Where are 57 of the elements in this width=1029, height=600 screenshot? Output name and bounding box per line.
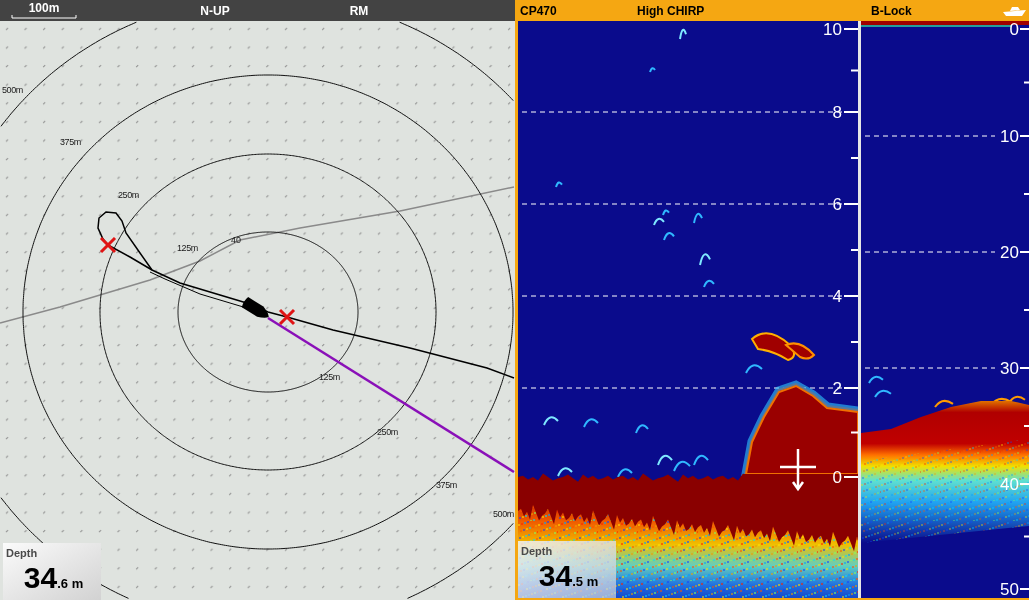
range-ring-label: 250m bbox=[118, 190, 139, 200]
fish-arch bbox=[699, 253, 711, 266]
depth-scale-label: 8 bbox=[832, 103, 842, 122]
depth-scale-label: 30 bbox=[1000, 359, 1019, 378]
fish-arch bbox=[663, 232, 675, 241]
fish-arch bbox=[868, 375, 884, 384]
fish-arch bbox=[555, 181, 563, 188]
fish-arch bbox=[679, 28, 687, 40]
waypoint-x-icon bbox=[278, 308, 296, 326]
depth-scale-label: 0 bbox=[832, 468, 842, 487]
depth-scale-label: 10 bbox=[823, 21, 842, 39]
range-ring-label: 250m bbox=[377, 427, 398, 437]
fish-arch bbox=[693, 212, 703, 224]
mode-label: B-Lock bbox=[871, 2, 912, 20]
fish-arch bbox=[617, 468, 633, 478]
frequency-label: High CHIRP bbox=[637, 2, 705, 20]
depth-reading: 34.6 m bbox=[23, 563, 84, 593]
fish-arch bbox=[583, 418, 599, 428]
depth-scale-label: 2 bbox=[832, 379, 842, 398]
fish-arch bbox=[543, 416, 559, 426]
fish-arch bbox=[703, 279, 715, 288]
fish-arch bbox=[874, 389, 892, 398]
fish-arch bbox=[657, 454, 673, 466]
fish-arch bbox=[635, 424, 649, 434]
depth-scale-label: 4 bbox=[832, 287, 842, 306]
fish-arch bbox=[745, 364, 763, 374]
depth-scale-label: 10 bbox=[1000, 127, 1019, 146]
scale-label: 100m bbox=[28, 2, 60, 15]
depth-label: Depth bbox=[6, 547, 38, 559]
range-ring-label: 500m bbox=[493, 509, 514, 519]
fish-arch bbox=[649, 67, 656, 73]
fish-arch bbox=[673, 460, 691, 472]
depth-scale-label: 40 bbox=[1000, 475, 1019, 494]
range-ring-label: 375m bbox=[60, 137, 81, 147]
fish-arch bbox=[1008, 395, 1026, 404]
range-ring-label: 375m bbox=[436, 480, 457, 490]
depth-scale-label: 50 bbox=[1000, 580, 1019, 598]
scale-bar-icon bbox=[11, 15, 77, 19]
range-ring-label: 125m bbox=[319, 372, 340, 382]
waypoint-x-icon bbox=[99, 236, 117, 254]
depth-scale-label: 0 bbox=[1009, 21, 1019, 39]
motion-mode: RM bbox=[349, 2, 369, 20]
transducer-label: CP470 bbox=[520, 2, 557, 20]
vessel-icon bbox=[241, 297, 269, 318]
range-ring-label: 125m bbox=[177, 243, 198, 253]
fish-arch bbox=[693, 454, 709, 466]
range-ring-label: 500m bbox=[2, 85, 23, 95]
fish-arch bbox=[557, 467, 573, 477]
orientation-mode: N-UP bbox=[200, 2, 230, 20]
boat-icon bbox=[1003, 5, 1026, 16]
depth-reading: 34.5 m bbox=[538, 561, 599, 591]
fish-arch bbox=[934, 399, 954, 408]
contour-label: 40 bbox=[231, 235, 241, 245]
depth-scale-label: 6 bbox=[832, 195, 842, 214]
depth-label: Depth bbox=[521, 545, 553, 557]
cursor-crosshair-icon bbox=[780, 449, 816, 492]
depth-scale-label: 20 bbox=[1000, 243, 1019, 262]
